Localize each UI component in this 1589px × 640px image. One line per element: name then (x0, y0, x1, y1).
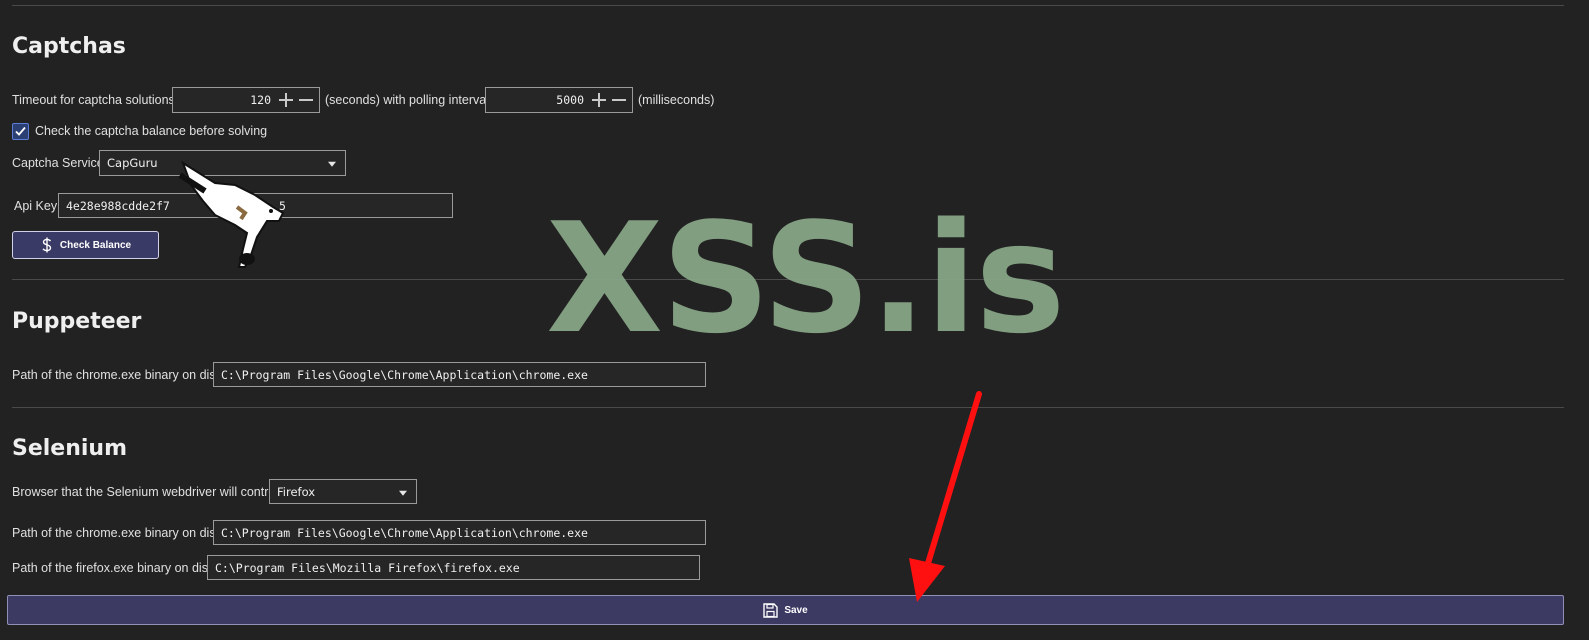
seconds-label: (seconds) with polling interval (325, 93, 489, 107)
polling-increment-icon[interactable] (592, 93, 606, 107)
save-button[interactable]: Save (7, 595, 1564, 625)
puppeteer-chrome-path-value: C:\Program Files\Google\Chrome\Applicati… (221, 367, 588, 382)
polling-interval-input[interactable]: 5000 (485, 87, 633, 113)
captcha-service-label: Captcha Service (12, 156, 104, 170)
selenium-chrome-path-input[interactable]: C:\Program Files\Google\Chrome\Applicati… (213, 520, 706, 545)
timeout-value: 120 (250, 93, 271, 107)
stick-figure-sticker (178, 160, 285, 268)
polling-decrement-icon[interactable] (612, 93, 626, 107)
firefox-path-input[interactable]: C:\Program Files\Mozilla Firefox\firefox… (207, 555, 700, 580)
selenium-chrome-path-value: C:\Program Files\Google\Chrome\Applicati… (221, 525, 588, 540)
dollar-icon (42, 237, 52, 253)
check-balance-button[interactable]: Check Balance (12, 231, 159, 259)
browser-select[interactable]: Firefox (269, 479, 417, 504)
firefox-path-value: C:\Program Files\Mozilla Firefox\firefox… (215, 560, 520, 575)
chevron-down-icon (399, 490, 407, 496)
browser-label: Browser that the Selenium webdriver will… (12, 485, 279, 499)
timeout-increment-icon[interactable] (279, 93, 293, 107)
browser-value: Firefox (277, 484, 316, 499)
chevron-down-icon (328, 161, 336, 167)
captchas-section-title: Captchas (12, 34, 126, 59)
check-balance-checkbox[interactable] (12, 123, 29, 140)
selenium-section-title: Selenium (12, 436, 128, 461)
floppy-disk-icon (763, 602, 779, 618)
api-key-label: Api Key (14, 199, 58, 213)
check-balance-label: Check the captcha balance before solving (35, 124, 268, 138)
polling-interval-value: 5000 (556, 93, 584, 107)
puppeteer-divider (12, 407, 1564, 408)
firefox-path-label: Path of the firefox.exe binary on disk (12, 561, 215, 575)
puppeteer-chrome-path-label: Path of the chrome.exe binary on disk (12, 368, 222, 382)
selenium-chrome-path-label: Path of the chrome.exe binary on disk (12, 526, 222, 540)
puppeteer-section-title: Puppeteer (12, 309, 142, 334)
timeout-input[interactable]: 120 (172, 87, 320, 113)
timeout-label: Timeout for captcha solutions (12, 93, 175, 107)
red-arrow-annotation (909, 391, 982, 602)
save-button-label: Save (784, 604, 808, 616)
top-divider (12, 5, 1564, 6)
checkmark-icon (15, 126, 26, 136)
milliseconds-label: (milliseconds) (638, 93, 715, 107)
check-balance-button-label: Check Balance (59, 239, 132, 251)
timeout-decrement-icon[interactable] (299, 93, 313, 107)
watermark-text: XSS.is (546, 190, 1066, 367)
api-key-value: 4e28e988cdde2f7 (66, 198, 170, 213)
captcha-service-value: CapGuru (107, 156, 158, 170)
